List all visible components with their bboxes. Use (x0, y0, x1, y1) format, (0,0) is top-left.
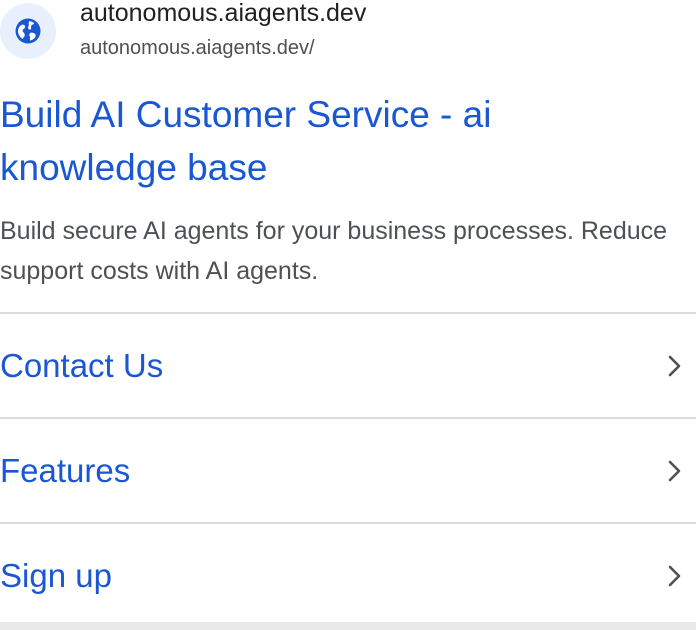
site-url[interactable]: autonomous.aiagents.dev/ (80, 36, 315, 60)
result-card-bottom-divider (0, 622, 696, 630)
sitelinks-list: Contact Us Features Sign up (0, 312, 696, 627)
site-header[interactable]: autonomous.aiagents.dev autonomous.aiage… (0, 0, 696, 70)
sitelink-contact-us[interactable]: Contact Us (0, 312, 696, 417)
sitelink-label[interactable]: Contact Us (0, 347, 163, 385)
globe-icon (0, 3, 56, 59)
result-snippet: Build secure AI agents for your business… (0, 217, 668, 285)
sitelink-features[interactable]: Features (0, 417, 696, 522)
sitelink-label[interactable]: Sign up (0, 557, 112, 595)
chevron-right-icon (662, 459, 686, 483)
chevron-right-icon (662, 354, 686, 378)
sitelink-sign-up[interactable]: Sign up (0, 522, 696, 627)
chevron-right-icon (662, 564, 686, 588)
result-title-link[interactable]: Build AI Customer Service - ai knowledge… (0, 88, 640, 194)
site-name[interactable]: autonomous.aiagents.dev (80, 0, 366, 28)
sitelink-label[interactable]: Features (0, 452, 130, 490)
